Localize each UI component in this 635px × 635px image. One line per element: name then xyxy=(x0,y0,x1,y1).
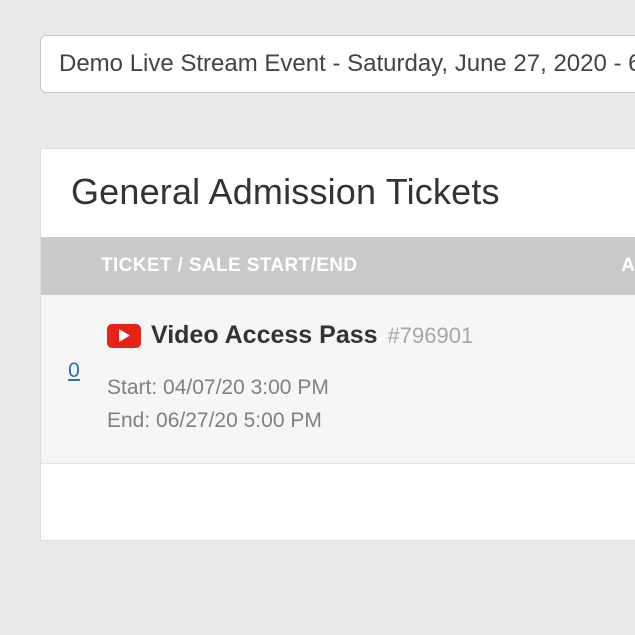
sale-dates: Start: 04/07/20 3:00 PM End: 06/27/20 5:… xyxy=(107,372,635,437)
ticket-order-link[interactable]: 0 xyxy=(68,359,80,382)
col-ticket-header: TICKET / SALE START/END xyxy=(41,255,621,277)
event-select[interactable]: Demo Live Stream Event - Saturday, June … xyxy=(40,35,635,93)
video-icon xyxy=(107,324,141,348)
ticket-row: 0 Video Access Pass #796901 Start: 04/07… xyxy=(41,295,635,464)
sale-start: 04/07/20 3:00 PM xyxy=(163,376,329,399)
ticket-id: #796901 xyxy=(388,323,474,349)
empty-row xyxy=(41,464,635,540)
col-right-header: AI xyxy=(621,255,635,277)
ticket-name: Video Access Pass xyxy=(151,321,378,350)
table-header: TICKET / SALE START/END AI xyxy=(41,237,635,295)
event-select-text: Demo Live Stream Event - Saturday, June … xyxy=(59,50,635,78)
panel-title: General Admission Tickets xyxy=(41,149,635,237)
tickets-panel: General Admission Tickets TICKET / SALE … xyxy=(40,148,635,541)
sale-end: 06/27/20 5:00 PM xyxy=(156,409,322,432)
